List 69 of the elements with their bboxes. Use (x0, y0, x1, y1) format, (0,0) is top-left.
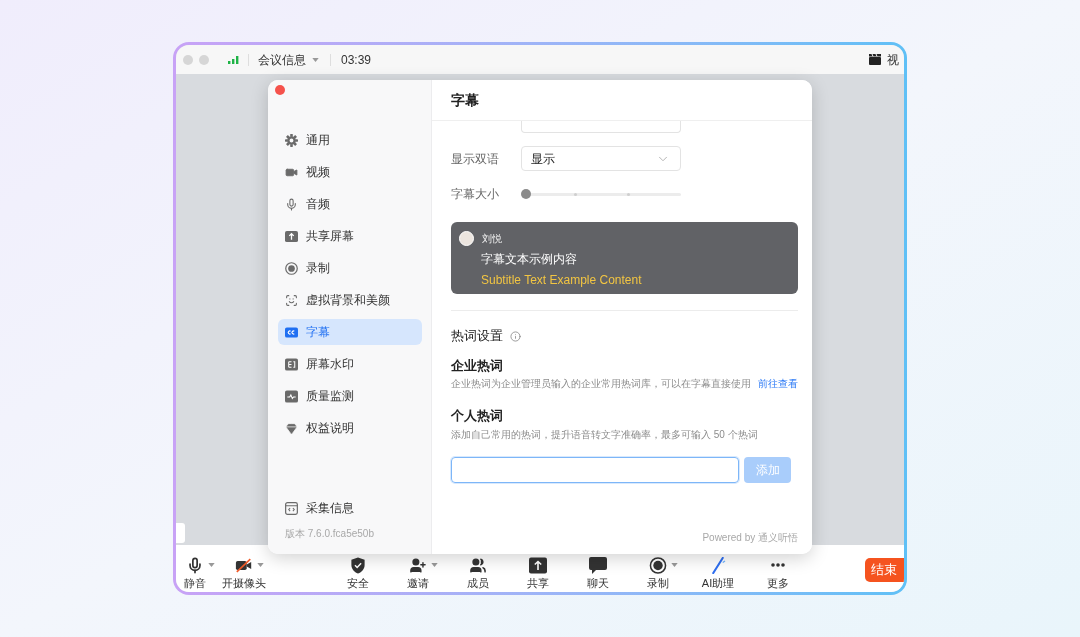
sidebar-item[interactable]: 录制 (278, 255, 422, 281)
speaker-name: 刘悦 (482, 231, 502, 246)
sidebar-item[interactable]: 虚拟背景和美颜 (278, 287, 422, 313)
enterprise-hotword-description: 企业热词为企业管理员输入的企业常用热词库，可以在字幕直接使用 前往查看 (451, 377, 798, 391)
video-off-icon (235, 556, 253, 574)
record-icon (649, 556, 667, 574)
sidebar-item[interactable]: 视频 (278, 159, 422, 185)
diamond-icon (285, 421, 298, 435)
more-dots-icon (771, 563, 785, 567)
sidebar-item[interactable]: 屏幕水印 (278, 351, 422, 377)
toolbar-button[interactable]: 成员 (448, 556, 508, 590)
subtitle-text: 字幕文本示例内容 (481, 251, 578, 268)
toolbar-button[interactable]: 录制 (628, 556, 688, 590)
chat-bubble-icon (589, 556, 607, 574)
shield-check-icon (349, 556, 367, 574)
captions-icon (285, 325, 298, 339)
powered-by-text: Powered by 通义听悟 (702, 531, 798, 545)
view-link[interactable]: 前往查看 (758, 378, 798, 389)
user-plus-icon (409, 556, 427, 574)
version-text: 版本 7.6.0.fca5e50b (284, 527, 375, 541)
gear-icon (285, 133, 298, 147)
section-title: 热词设置 (451, 327, 503, 346)
subsection-title: 个人热词 (451, 407, 504, 425)
meeting-info-button[interactable]: 会议信息 (258, 50, 319, 69)
toolbar-button[interactable]: 邀请 (388, 556, 448, 590)
dropdown-field[interactable] (521, 121, 681, 133)
pulse-monitor-icon (285, 389, 298, 403)
face-scan-icon (285, 293, 298, 307)
sidebar-item[interactable]: 字幕 (278, 319, 422, 345)
signal-icon (228, 55, 239, 64)
microphone-icon (285, 197, 298, 211)
sidebar-item[interactable]: 共享屏幕 (278, 223, 422, 249)
dropdown-value: 显示 (531, 150, 555, 168)
code-box-icon (285, 501, 298, 515)
meeting-timer: 03:39 (341, 51, 372, 69)
ai-pen-icon (709, 556, 727, 574)
sidebar-item[interactable]: 权益说明 (278, 415, 422, 441)
share-upload-icon (529, 556, 547, 574)
slider-thumb[interactable] (521, 188, 531, 199)
hotword-input[interactable] (451, 457, 739, 483)
watermark-icon (285, 357, 298, 371)
panel-title: 字幕 (451, 90, 479, 110)
subsection-title: 企业热词 (451, 357, 504, 375)
sidebar-item[interactable]: 质量监测 (278, 383, 422, 409)
avatar-icon (459, 230, 474, 246)
clapperboard-icon (869, 54, 881, 65)
view-button[interactable]: 视 (869, 50, 899, 69)
record-icon (285, 261, 298, 275)
field-label: 显示双语 (451, 150, 500, 168)
bilingual-dropdown[interactable]: 显示 (521, 146, 681, 171)
toolbar-button[interactable]: AI助理 (688, 556, 748, 590)
toolbar-button[interactable]: 安全 (328, 556, 388, 590)
side-panel-tab[interactable] (176, 523, 185, 543)
personal-hotword-description: 添加自己常用的热词，提升语音转文字准确率，最多可输入 50 个热词 (451, 428, 759, 442)
sidebar-item[interactable]: 采集信息 (278, 495, 422, 521)
toolbar-button[interactable]: 共享 (508, 556, 568, 590)
toolbar-button[interactable]: 静音 (176, 556, 214, 590)
screen-share-icon (285, 229, 298, 243)
users-icon (469, 556, 487, 574)
caret-icon (312, 57, 319, 62)
sidebar-item[interactable]: 音频 (278, 191, 422, 217)
toolbar-button[interactable]: 聊天 (568, 556, 628, 590)
toolbar-button[interactable]: 开摄像头 (214, 556, 274, 590)
sidebar-item[interactable]: 通用 (278, 127, 422, 153)
toolbar-button[interactable]: 更多 (748, 556, 808, 590)
info-icon (510, 330, 521, 342)
subtitle-translation: Subtitle Text Example Content (481, 272, 643, 289)
microphone-icon (186, 556, 204, 574)
field-label: 字幕大小 (451, 186, 500, 203)
